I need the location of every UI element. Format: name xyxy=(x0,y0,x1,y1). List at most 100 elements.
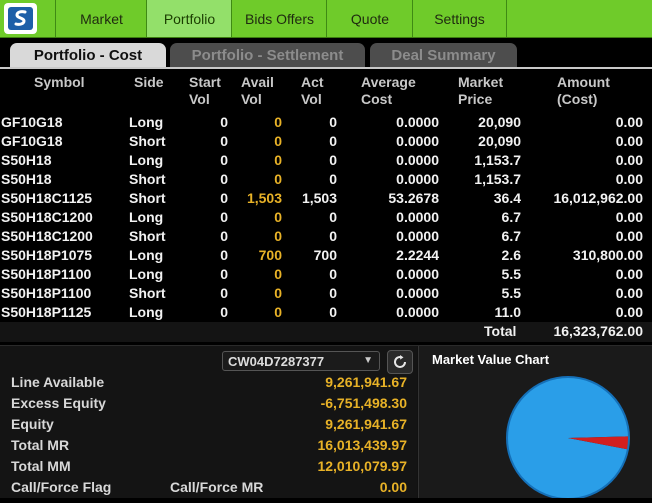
cell-avail: 1,503 xyxy=(246,190,282,206)
cell-amount: 0.00 xyxy=(615,133,643,149)
cell-act: 1,503 xyxy=(301,190,337,206)
cell-symbol: S50H18 xyxy=(1,152,52,168)
cell-side: Long xyxy=(129,304,164,320)
nav-settings[interactable]: Settings xyxy=(412,0,507,37)
bottom-panel: CW04D7287377 ▼ Line Available 9,261,941.… xyxy=(0,345,652,500)
total-value: 16,323,762.00 xyxy=(553,323,643,339)
cell-start: 0 xyxy=(220,171,228,187)
table-row[interactable]: S50H18P1100 Short 0 0 0 0.0000 5.5 0.00 xyxy=(0,284,652,303)
call-force-mr-label: Call/Force MR xyxy=(170,479,264,495)
market-value-chart-title: Market Value Chart xyxy=(432,352,550,367)
cell-symbol: S50H18C1125 xyxy=(1,190,93,206)
chevron-down-icon: ▼ xyxy=(363,355,373,366)
cell-symbol: S50H18P1075 xyxy=(1,247,93,263)
cell-price: 6.7 xyxy=(501,209,521,225)
excess-equity-label: Excess Equity xyxy=(11,395,106,411)
table-row[interactable]: S50H18 Long 0 0 0 0.0000 1,153.7 0.00 xyxy=(0,151,652,170)
cell-act: 0 xyxy=(329,171,337,187)
account-select[interactable]: CW04D7287377 ▼ xyxy=(222,351,380,371)
cell-avail: 700 xyxy=(258,247,282,263)
cell-side: Long xyxy=(129,114,164,130)
total-mm-label: Total MM xyxy=(11,458,71,474)
cell-start: 0 xyxy=(220,285,228,301)
cell-avg: 53.2678 xyxy=(388,190,439,206)
cell-side: Long xyxy=(129,152,164,168)
table-row[interactable]: S50H18C1200 Short 0 0 0 0.0000 6.7 0.00 xyxy=(0,227,652,246)
cell-price: 20,090 xyxy=(478,114,521,130)
cell-start: 0 xyxy=(220,190,228,206)
cell-act: 0 xyxy=(329,266,337,282)
cell-avg: 0.0000 xyxy=(396,304,439,320)
total-mr-value: 16,013,439.97 xyxy=(317,437,407,453)
cell-amount: 0.00 xyxy=(615,266,643,282)
table-row[interactable]: GF10G18 Long 0 0 0 0.0000 20,090 0.00 xyxy=(0,113,652,132)
header-act: Act Vol xyxy=(301,74,324,107)
cell-act: 0 xyxy=(329,133,337,149)
cell-avail: 0 xyxy=(274,171,282,187)
account-summary-panel: CW04D7287377 ▼ Line Available 9,261,941.… xyxy=(0,346,417,498)
table-row[interactable]: S50H18P1100 Long 0 0 0 0.0000 5.5 0.00 xyxy=(0,265,652,284)
market-value-chart-panel: Market Value Chart xyxy=(418,346,652,500)
excess-equity-value: -6,751,498.30 xyxy=(320,395,407,411)
cell-act: 0 xyxy=(329,152,337,168)
cell-start: 0 xyxy=(220,114,228,130)
cell-price: 1,153.7 xyxy=(474,152,521,168)
cell-act: 0 xyxy=(329,228,337,244)
cell-amount: 0.00 xyxy=(615,304,643,320)
cell-symbol: S50H18P1125 xyxy=(1,304,92,320)
cell-avg: 0.0000 xyxy=(396,209,439,225)
nav-market[interactable]: Market xyxy=(55,0,147,37)
cell-amount: 0.00 xyxy=(615,285,643,301)
app-logo-icon[interactable] xyxy=(4,3,37,34)
cell-side: Short xyxy=(129,133,166,149)
nav-bids-offers[interactable]: Bids Offers xyxy=(231,0,327,37)
cell-side: Long xyxy=(129,209,164,225)
nav-portfolio[interactable]: Portfolio xyxy=(146,0,232,37)
header-amount: Amount (Cost) xyxy=(557,74,610,107)
table-row[interactable]: S50H18 Short 0 0 0 0.0000 1,153.7 0.00 xyxy=(0,170,652,189)
cell-start: 0 xyxy=(220,228,228,244)
table-row[interactable]: GF10G18 Short 0 0 0 0.0000 20,090 0.00 xyxy=(0,132,652,151)
table-row[interactable]: S50H18C1200 Long 0 0 0 0.0000 6.7 0.00 xyxy=(0,208,652,227)
cell-amount: 0.00 xyxy=(615,114,643,130)
cell-act: 0 xyxy=(329,209,337,225)
equity-value: 9,261,941.67 xyxy=(325,416,407,432)
cell-side: Short xyxy=(129,285,166,301)
cell-symbol: S50H18 xyxy=(1,171,52,187)
cell-start: 0 xyxy=(220,209,228,225)
cell-price: 36.4 xyxy=(493,190,521,206)
market-value-pie-chart xyxy=(506,376,630,500)
tab-portfolio-cost[interactable]: Portfolio - Cost xyxy=(10,43,166,67)
table-row[interactable]: S50H18P1075 Long 0 700 700 2.2244 2.6 310,800.0… xyxy=(0,246,652,265)
cell-price: 20,090 xyxy=(478,133,521,149)
cell-price: 2.6 xyxy=(501,247,521,263)
nav-quote[interactable]: Quote xyxy=(326,0,413,37)
cell-act: 0 xyxy=(329,304,337,320)
header-side: Side xyxy=(134,74,164,90)
top-nav: Market Portfolio Bids Offers Quote Setti… xyxy=(0,0,652,38)
cell-act: 700 xyxy=(313,247,337,263)
tab-portfolio-settlement[interactable]: Portfolio - Settlement xyxy=(170,43,365,67)
refresh-icon[interactable] xyxy=(387,350,413,374)
cell-avail: 0 xyxy=(274,285,282,301)
table-row[interactable]: S50H18C1125 Short 0 1,503 1,503 53.2678 36.4 16… xyxy=(0,189,652,208)
cell-start: 0 xyxy=(220,152,228,168)
header-avail: Avail Vol xyxy=(241,74,274,107)
header-start: Start Vol xyxy=(189,74,221,107)
header-market-price: Market Price xyxy=(458,74,504,107)
cell-avail: 0 xyxy=(274,152,282,168)
cell-side: Short xyxy=(129,228,166,244)
cell-start: 0 xyxy=(220,247,228,263)
cell-avg: 0.0000 xyxy=(396,171,439,187)
cell-amount: 0.00 xyxy=(615,209,643,225)
cell-amount: 16,012,962.00 xyxy=(553,190,643,206)
line-available-label: Line Available xyxy=(11,374,105,390)
total-mm-value: 12,010,079.97 xyxy=(317,458,407,474)
call-force-mr-value: 0.00 xyxy=(379,479,407,495)
cell-avail: 0 xyxy=(274,114,282,130)
cell-symbol: S50H18C1200 xyxy=(1,209,93,225)
cell-avg: 0.0000 xyxy=(396,285,439,301)
cell-side: Long xyxy=(129,247,164,263)
tab-deal-summary[interactable]: Deal Summary xyxy=(370,43,517,67)
table-row[interactable]: S50H18P1125 Long 0 0 0 0.0000 11.0 0.00 xyxy=(0,303,652,322)
